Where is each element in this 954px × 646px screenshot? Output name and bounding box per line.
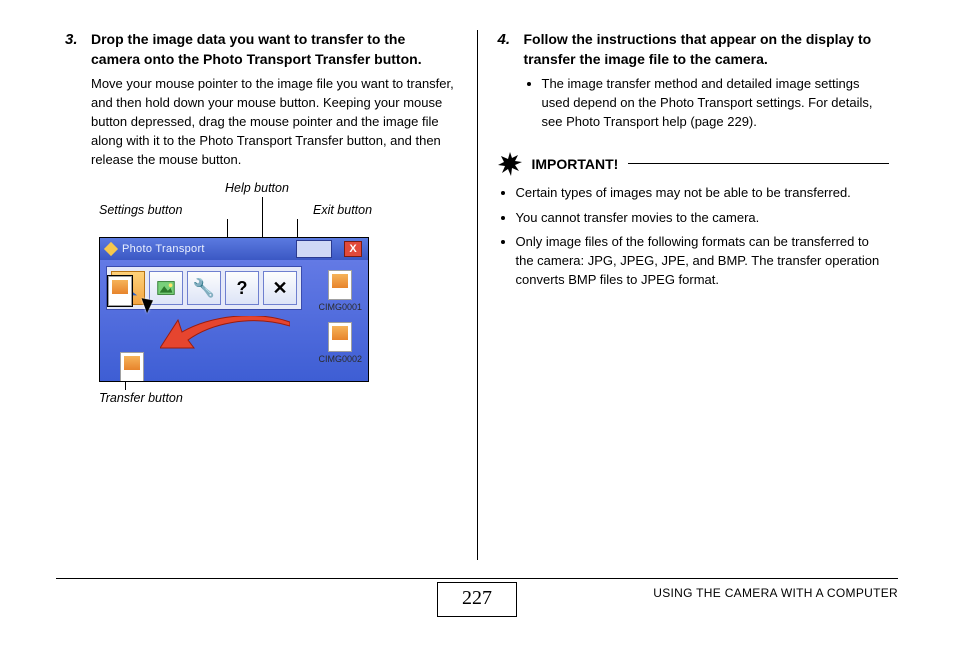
list-item[interactable]: CIMG0001 xyxy=(318,270,362,312)
file-icon xyxy=(328,270,352,300)
file-icon xyxy=(120,352,144,382)
drag-arrow xyxy=(160,316,290,358)
exit-button[interactable]: ✕ xyxy=(263,271,297,305)
left-column: 3. Drop the image data you want to trans… xyxy=(50,30,477,570)
help-button[interactable]: ? xyxy=(225,271,259,305)
list-item: You cannot transfer movies to the camera… xyxy=(516,209,890,228)
important-rule xyxy=(628,163,889,164)
step-3: 3. Drop the image data you want to trans… xyxy=(65,30,457,169)
important-label: IMPORTANT! xyxy=(532,156,619,172)
exit-icon: ✕ xyxy=(272,278,287,299)
step-heading: Follow the instructions that appear on t… xyxy=(524,30,890,69)
list-item: The image transfer method and detailed i… xyxy=(542,75,890,132)
right-column: 4. Follow the instructions that appear o… xyxy=(478,30,905,570)
titlebar: Photo Transport X xyxy=(100,238,368,260)
window-close-button[interactable]: X xyxy=(344,241,362,257)
wrench-icon: 🔧 xyxy=(193,278,215,299)
dragging-file[interactable] xyxy=(108,276,132,306)
app-logo-icon xyxy=(104,242,118,256)
page-body: 3. Drop the image data you want to trans… xyxy=(0,0,954,570)
list-item[interactable]: CIMG0002 xyxy=(318,322,362,364)
callouts-top: Settings button Help button Exit button xyxy=(99,181,457,237)
step-number: 3. xyxy=(65,30,83,169)
file-name: CIMG0001 xyxy=(318,302,362,312)
settings-button[interactable]: 🔧 xyxy=(187,271,221,305)
file-icon xyxy=(108,276,132,306)
important-bullets: Certain types of images may not be able … xyxy=(498,184,890,290)
burst-icon xyxy=(498,152,522,176)
window-title: Photo Transport xyxy=(122,243,205,255)
help-icon: ? xyxy=(237,278,248,299)
step-text: Move your mouse pointer to the image fil… xyxy=(91,75,457,169)
figure: Settings button Help button Exit button … xyxy=(99,181,457,431)
callout-transfer: Transfer button xyxy=(99,391,183,405)
titlebar-segment xyxy=(296,240,332,258)
important-header: IMPORTANT! xyxy=(498,152,890,176)
toolbar: 🔧 ? ✕ xyxy=(106,266,302,310)
callout-help: Help button xyxy=(225,181,289,195)
step-number: 4. xyxy=(498,30,516,138)
footer-rule xyxy=(56,578,898,579)
side-files: CIMG0001 CIMG0002 xyxy=(318,260,362,364)
file-name: CIMG0002 xyxy=(318,354,362,364)
step-body: Drop the image data you want to transfer… xyxy=(91,30,457,169)
step-bullets: The image transfer method and detailed i… xyxy=(524,75,890,132)
list-item: Certain types of images may not be able … xyxy=(516,184,890,203)
step-body: Follow the instructions that appear on t… xyxy=(524,30,890,138)
step-4: 4. Follow the instructions that appear o… xyxy=(498,30,890,138)
page-number: 227 xyxy=(437,582,517,617)
file-icon xyxy=(328,322,352,352)
callout-settings: Settings button xyxy=(99,203,182,217)
section-title: USING THE CAMERA WITH A COMPUTER xyxy=(653,586,898,600)
image-button[interactable] xyxy=(149,271,183,305)
desktop-file[interactable]: CIMG0002 xyxy=(110,352,154,382)
list-item: Only image files of the following format… xyxy=(516,233,890,290)
step-heading: Drop the image data you want to transfer… xyxy=(91,30,457,69)
app-screenshot: Photo Transport X xyxy=(99,237,369,382)
footer: 227 USING THE CAMERA WITH A COMPUTER xyxy=(0,578,954,632)
callout-exit: Exit button xyxy=(313,203,372,217)
image-icon xyxy=(155,277,177,299)
